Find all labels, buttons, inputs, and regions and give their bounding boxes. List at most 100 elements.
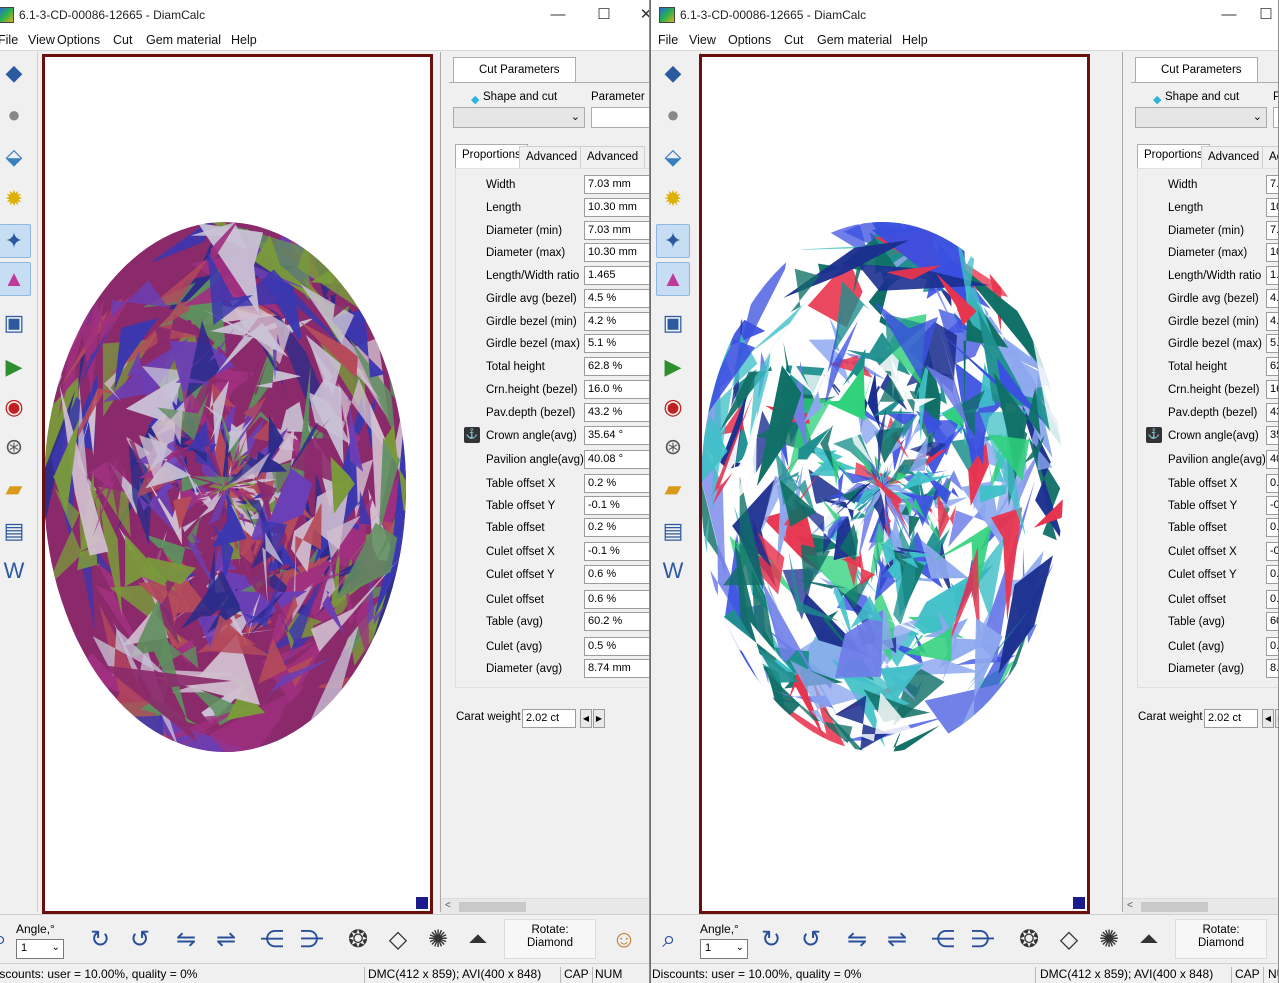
proportion-value[interactable]: -0.1 % [584, 496, 649, 515]
proportion-value[interactable]: 0.6 [1266, 590, 1278, 609]
proportion-value[interactable]: 7.03 mm [584, 175, 649, 194]
scroll-left-icon[interactable]: < [445, 900, 451, 911]
menu-cut[interactable]: Cut [113, 33, 132, 47]
proportion-value[interactable]: 8.74 mm [584, 659, 649, 678]
flip-vertical-left-icon[interactable]: ⇋ [841, 924, 873, 956]
flip-vertical-left-icon[interactable]: ⇋ [170, 924, 202, 956]
open-folder-icon[interactable]: ▰ [656, 472, 690, 506]
bottom-view-icon[interactable]: ✺ [422, 924, 454, 956]
shape-and-cut-select[interactable]: ⌄ [453, 107, 585, 128]
maximize-button[interactable]: ☐ [586, 4, 622, 26]
sphere-icon[interactable]: ● [0, 98, 31, 132]
proportion-value[interactable]: 43 [1266, 403, 1278, 422]
carat-weight-value[interactable]: 2.02 ct [522, 709, 576, 728]
diamond-view-icon[interactable]: ◆ [656, 56, 690, 90]
menu-help[interactable]: Help [902, 33, 928, 47]
video-record-icon[interactable]: ◉ [0, 390, 31, 424]
open-folder-icon[interactable]: ▰ [0, 472, 31, 506]
spectrum-icon[interactable]: ▲ [656, 262, 690, 296]
tab-cut-parameters[interactable]: Cut Parameters [1135, 57, 1258, 83]
carat-decrease-button[interactable]: ◀ [1262, 709, 1274, 728]
flip-vertical-right-icon[interactable]: ⇌ [881, 924, 913, 956]
menu-options[interactable]: Options [57, 33, 100, 47]
close-button[interactable]: ✕ [628, 4, 649, 26]
rotate-mode-box[interactable]: Rotate: Diamond [1175, 919, 1267, 959]
proportion-value[interactable]: 5.1 [1266, 334, 1278, 353]
proportion-value[interactable]: 0.2 % [584, 518, 649, 537]
proportion-value[interactable]: 7.0 [1266, 175, 1278, 194]
proportion-value[interactable]: 35 [1266, 426, 1278, 445]
tab-proportions[interactable]: Proportions [455, 144, 528, 168]
sphere-icon[interactable]: ● [656, 98, 690, 132]
scroll-thumb[interactable] [1141, 902, 1208, 912]
proportion-value[interactable]: 60 [1266, 612, 1278, 631]
menu-view[interactable]: View [689, 33, 716, 47]
menu-view[interactable]: View [28, 33, 55, 47]
diamond-view-icon[interactable]: ◆ [0, 56, 31, 90]
proportion-value[interactable]: 40 [1266, 450, 1278, 469]
maximize-button[interactable]: ☐ [1248, 4, 1278, 26]
proportion-value[interactable]: 4.2 [1266, 312, 1278, 331]
carat-increase-button[interactable]: ▶ [1275, 709, 1278, 728]
proportion-value[interactable]: 4.5 [1266, 289, 1278, 308]
side-view-icon[interactable]: ◇ [382, 924, 414, 956]
parameter-input[interactable] [591, 107, 649, 128]
profile-view-icon[interactable]: ⏶ [1133, 924, 1165, 956]
proportion-value[interactable]: 0.5 [1266, 637, 1278, 656]
film-reel-icon[interactable]: ⊛ [656, 430, 690, 464]
rotate-right-icon[interactable]: ↺ [795, 924, 827, 956]
paint-bucket-icon[interactable]: ⬙ [0, 140, 31, 174]
diamond-image-icon[interactable]: ▣ [656, 306, 690, 340]
menu-options[interactable]: Options [728, 33, 771, 47]
shape-and-cut-select[interactable]: ⌄ [1135, 107, 1267, 128]
diamond-sparkle-icon[interactable]: ✦ [656, 224, 690, 258]
proportion-value[interactable]: 10.30 mm [584, 243, 649, 262]
proportion-value[interactable]: 0.2 % [584, 474, 649, 493]
lock-parameter-icon[interactable]: ⚓ [464, 427, 480, 443]
proportion-value[interactable]: 16.0 % [584, 380, 649, 399]
tilt-left-icon[interactable]: ⋲ [927, 924, 959, 956]
film-reel-icon[interactable]: ⊛ [0, 430, 31, 464]
tab-cut-parameters[interactable]: Cut Parameters [453, 57, 576, 83]
diamond-image-icon[interactable]: ▣ [0, 306, 31, 340]
paint-bucket-icon[interactable]: ⬙ [656, 140, 690, 174]
proportion-value[interactable]: -0. [1266, 542, 1278, 561]
proportion-value[interactable]: 7.0 [1266, 221, 1278, 240]
proportion-value[interactable]: 60.2 % [584, 612, 649, 631]
carat-increase-button[interactable]: ▶ [593, 709, 605, 728]
proportion-value[interactable]: 4.2 % [584, 312, 649, 331]
horizontal-scrollbar[interactable]: < [1123, 898, 1278, 914]
proportion-value[interactable]: 7.03 mm [584, 221, 649, 240]
rotate-left-icon[interactable]: ↻ [755, 924, 787, 956]
light-bulb-icon[interactable]: ✹ [656, 182, 690, 216]
profile-view-icon[interactable]: ⏶ [462, 924, 494, 956]
video-play-icon[interactable]: ▶ [656, 350, 690, 384]
save-icon[interactable]: ▤ [656, 514, 690, 548]
proportion-value[interactable]: 43.2 % [584, 403, 649, 422]
zoom-icon[interactable]: ⌕ [653, 924, 685, 956]
diamond-render-viewport[interactable] [699, 54, 1090, 914]
angle-select[interactable]: 1 ⌄ [700, 939, 748, 959]
proportion-value[interactable]: 0.2 [1266, 518, 1278, 537]
zoom-icon[interactable]: ⌕ [0, 924, 16, 956]
tab-advanced[interactable]: Advanced [519, 146, 585, 168]
rotate-left-icon[interactable]: ↻ [84, 924, 116, 956]
menu-file[interactable]: File [0, 33, 18, 47]
proportion-value[interactable]: 1.465 [584, 266, 649, 285]
save-icon[interactable]: ▤ [0, 514, 31, 548]
flip-vertical-right-icon[interactable]: ⇌ [210, 924, 242, 956]
video-play-icon[interactable]: ▶ [0, 350, 31, 384]
top-view-icon[interactable]: ❂ [342, 924, 374, 956]
tilt-left-icon[interactable]: ⋲ [256, 924, 288, 956]
menu-gem-material[interactable]: Gem material [146, 33, 221, 47]
parameter-input[interactable] [1273, 107, 1278, 128]
proportion-value[interactable]: 10.30 mm [584, 198, 649, 217]
proportion-value[interactable]: 0.6 % [584, 565, 649, 584]
rotate-right-icon[interactable]: ↺ [124, 924, 156, 956]
proportion-value[interactable]: 0.5 % [584, 637, 649, 656]
word-export-icon[interactable]: W [0, 554, 31, 588]
scroll-left-icon[interactable]: < [1127, 900, 1133, 911]
angle-select[interactable]: 1 ⌄ [16, 939, 64, 959]
tab-advanced[interactable]: Advanced [1201, 146, 1267, 168]
spectrum-icon[interactable]: ▲ [0, 262, 31, 296]
